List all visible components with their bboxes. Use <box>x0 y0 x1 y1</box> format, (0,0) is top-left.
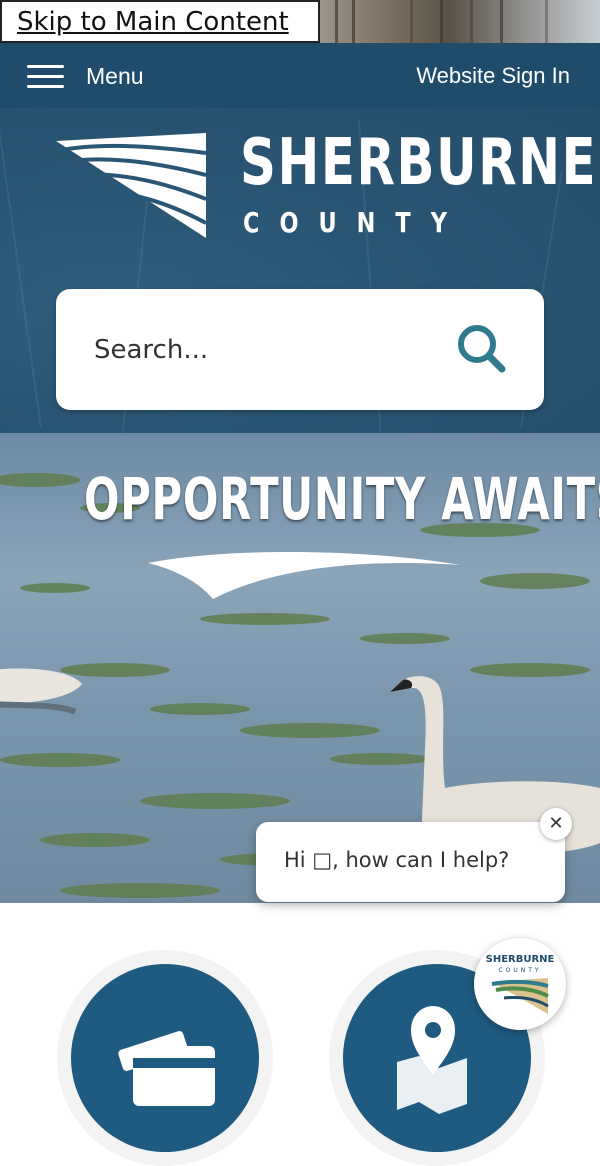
menu-icon <box>27 63 64 89</box>
top-photo-strip: Skip to Main Content <box>0 0 600 43</box>
swoosh-graphic <box>148 551 460 599</box>
chat-avatar-button[interactable]: SHERBURNE COUNTY <box>474 938 566 1030</box>
header-banner: SHERBURNE COUNTY <box>0 108 600 433</box>
search-icon[interactable] <box>456 323 508 375</box>
menu-label: Menu <box>86 62 144 89</box>
brand-subtitle: COUNTY <box>243 206 467 239</box>
search-input[interactable] <box>92 327 436 373</box>
county-chat-logo-icon: SHERBURNE COUNTY <box>486 954 555 1014</box>
search-box <box>56 289 544 410</box>
chat-greeting-text: Hi □, how can I help? <box>284 848 510 872</box>
svg-text:SHERBURNE: SHERBURNE <box>486 954 555 965</box>
website-sign-in-link[interactable]: Website Sign In <box>416 63 570 89</box>
close-icon[interactable]: ✕ <box>540 808 572 840</box>
chat-greeting-bubble[interactable]: Hi □, how can I help? <box>256 822 565 902</box>
quick-link-payments[interactable] <box>71 964 259 1152</box>
brand-name: SHERBURNE <box>240 126 598 200</box>
county-logo-icon <box>56 133 206 238</box>
menu-button[interactable]: Menu <box>27 58 144 94</box>
payment-card-icon <box>118 1031 215 1106</box>
svg-text:COUNTY: COUNTY <box>498 967 541 974</box>
hero-tagline: OPPORTUNITY AWAITS <box>83 465 600 533</box>
top-nav-bar: Menu Website Sign In <box>0 43 600 108</box>
skip-to-main-link[interactable]: Skip to Main Content <box>0 0 320 43</box>
swan-left-image <box>0 668 82 715</box>
